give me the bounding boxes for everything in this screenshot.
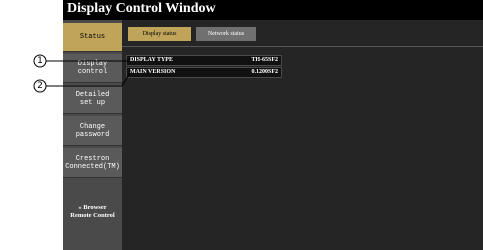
callout-number-2: 2	[37, 81, 43, 91]
callout-lines	[33, 54, 131, 93]
callout-number-1: 1	[37, 56, 43, 66]
callout-leader-2	[46, 72, 131, 87]
